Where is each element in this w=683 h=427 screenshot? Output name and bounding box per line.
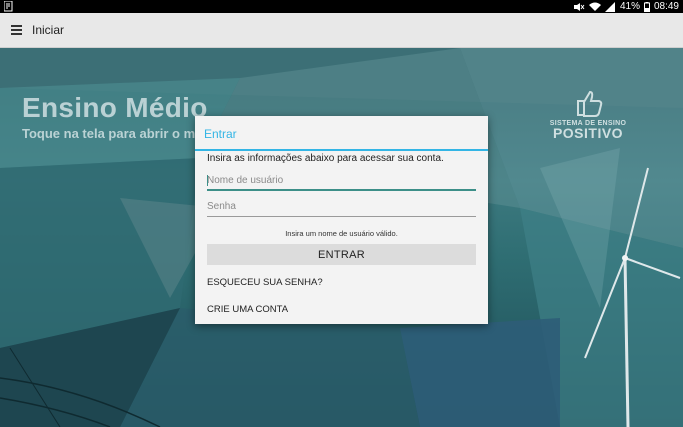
app-bar: Iniciar (0, 13, 683, 48)
signal-icon (604, 1, 615, 12)
username-input[interactable] (207, 171, 476, 191)
headline: Ensino Médio (22, 92, 208, 123)
dialog-title-divider (195, 149, 488, 151)
validation-message: Insira um nome de usuário válido. (285, 229, 398, 238)
status-icons: 41% 08:49 (573, 0, 679, 13)
battery-icon (643, 1, 650, 12)
app-bar-title: Iniciar (32, 23, 65, 37)
battery-percent: 41% (619, 1, 640, 12)
login-dialog: Entrar Insira as informações abaixo para… (195, 116, 488, 324)
brand-logo: SISTEMA DE ENSINO POSITIVO (548, 88, 628, 140)
password-input[interactable] (207, 197, 476, 217)
forgot-password-link[interactable]: ESQUECEU SUA SENHA? (207, 277, 323, 288)
enter-button[interactable]: ENTRAR (207, 244, 476, 265)
create-account-link[interactable]: CRIE UMA CONTA (207, 304, 288, 315)
status-bar: 41% 08:49 (0, 0, 683, 13)
thumbs-up-logo-icon (577, 90, 603, 117)
mute-icon (573, 2, 585, 11)
text-cursor (207, 175, 208, 186)
brand-name: POSITIVO (552, 125, 624, 141)
wifi-icon (588, 2, 601, 11)
clock: 08:49 (653, 1, 679, 12)
notification-icon (4, 1, 13, 12)
dialog-message: Insira as informações abaixo para acessa… (207, 153, 444, 164)
hamburger-menu-icon[interactable] (11, 25, 23, 35)
dialog-title: Entrar (204, 127, 237, 141)
